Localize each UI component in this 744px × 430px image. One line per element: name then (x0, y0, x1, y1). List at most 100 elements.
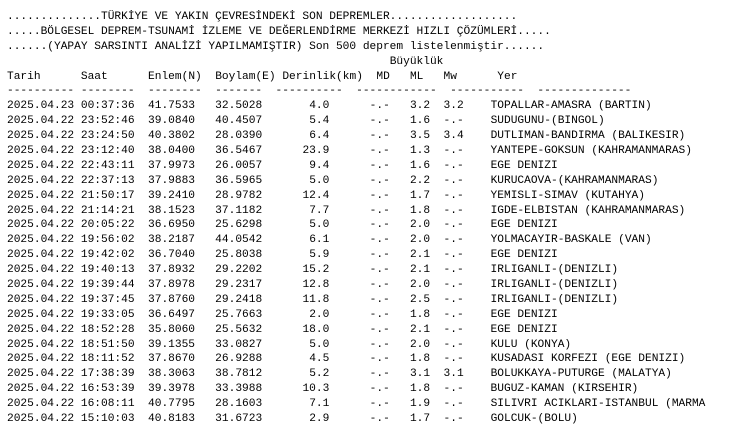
row-md: -.- (369, 398, 390, 411)
row-latitude: 36.7040 (148, 249, 196, 262)
row-location: GOLCUK-(BOLU) (490, 413, 578, 426)
row-time: 18:11:52 (80, 353, 135, 366)
row-location: KURUCAOVA-(KAHRAMANMARAS) (490, 174, 659, 187)
row-longitude: 29.2418 (215, 293, 263, 306)
row-mw: -.- (443, 115, 464, 128)
row-time: 00:37:36 (80, 100, 135, 113)
row-latitude: 37.9883 (148, 174, 196, 187)
row-location: SUDUGUNU-(BINGOL) (490, 115, 605, 128)
earthquake-row: 2025.04.23 00:37:36 41.7533 32.5028 4.0 … (7, 99, 705, 114)
row-location: KULU (KONYA) (490, 338, 572, 351)
earthquake-row: 2025.04.22 23:24:50 40.3802 28.0390 6.4 … (7, 129, 705, 144)
header-agency-line: .....BÖLGESEL DEPREM-TSUNAMİ İZLEME VE D… (7, 25, 551, 38)
row-mw: -.- (443, 323, 464, 336)
row-depth: 4.5 (309, 353, 330, 366)
row-longitude: 28.9782 (215, 189, 263, 202)
row-depth: 11.8 (302, 293, 330, 306)
row-latitude: 36.6497 (148, 308, 196, 321)
row-latitude: 40.3802 (148, 130, 196, 143)
row-longitude: 25.8038 (215, 249, 263, 262)
row-mw: -.- (443, 338, 464, 351)
row-mw: -.- (443, 189, 464, 202)
row-date: 2025.04.22 (7, 159, 75, 172)
row-depth: 23.9 (302, 145, 330, 158)
row-longitude: 25.7663 (215, 308, 263, 321)
row-longitude: 32.5028 (215, 100, 263, 113)
row-time: 16:08:11 (80, 398, 135, 411)
row-date: 2025.04.22 (7, 338, 75, 351)
row-ml: 1.3 (409, 145, 431, 158)
row-latitude: 39.2410 (148, 189, 196, 202)
earthquake-row: 2025.04.22 18:51:50 39.1355 33.0827 5.0 … (7, 338, 705, 353)
row-time: 15:10:03 (80, 413, 135, 426)
row-mw: -.- (443, 249, 464, 262)
earthquake-row: 2025.04.22 18:11:52 37.8670 26.9288 4.5 … (7, 352, 705, 367)
row-md: -.- (369, 293, 390, 306)
row-depth: 5.0 (309, 174, 330, 187)
column-header-row: Tarih Saat Enlem(N) Boylam(E) Derinlik(k… (7, 70, 705, 85)
row-depth: 2.9 (309, 413, 330, 426)
row-latitude: 39.1355 (148, 338, 196, 351)
row-ml: 1.9 (409, 398, 431, 411)
earthquake-list: ..............TÜRKİYE VE YAKIN ÇEVRESİND… (7, 10, 705, 427)
row-depth: 7.1 (309, 398, 330, 411)
row-longitude: 36.5965 (215, 174, 263, 187)
row-date: 2025.04.22 (7, 308, 75, 321)
row-ml: 3.5 (409, 130, 431, 143)
row-time: 21:50:17 (80, 189, 135, 202)
row-location: BUGUZ-KAMAN (KIRSEHIR) (490, 383, 639, 396)
row-location: TOPALLAR-AMASRA (BARTIN) (490, 100, 652, 113)
earthquake-row: 2025.04.22 19:37:45 37.8760 29.2418 11.8… (7, 293, 705, 308)
row-latitude: 37.9973 (148, 159, 196, 172)
row-depth: 15.2 (302, 264, 330, 277)
row-time: 23:52:46 (80, 115, 135, 128)
col-date: Tarih (7, 70, 41, 83)
row-ml: 2.1 (409, 264, 431, 277)
row-mw: -.- (443, 219, 464, 232)
row-mw: -.- (443, 308, 464, 321)
row-mw: -.- (443, 204, 464, 217)
row-md: -.- (369, 145, 390, 158)
row-date: 2025.04.22 (7, 279, 75, 292)
earthquake-row: 2025.04.22 22:43:11 37.9973 26.0057 9.4 … (7, 159, 705, 174)
row-ml: 1.8 (409, 383, 431, 396)
row-time: 22:37:13 (80, 174, 135, 187)
row-mw: -.- (443, 279, 464, 292)
row-depth: 9.4 (309, 159, 330, 172)
row-depth: 5.0 (309, 338, 330, 351)
row-depth: 5.4 (309, 115, 330, 128)
row-md: -.- (369, 308, 390, 321)
magnitude-group-header: Büyüklük (7, 55, 705, 70)
row-date: 2025.04.22 (7, 145, 75, 158)
row-latitude: 40.8183 (148, 413, 196, 426)
row-date: 2025.04.22 (7, 115, 75, 128)
row-ml: 1.8 (409, 308, 431, 321)
row-time: 22:43:11 (80, 159, 135, 172)
row-ml: 3.2 (409, 100, 431, 113)
earthquake-row: 2025.04.22 23:52:46 39.0840 40.4507 5.4 … (7, 114, 705, 129)
row-depth: 6.4 (309, 130, 330, 143)
row-location: SILIVRI ACIKLARI-ISTANBUL (MARMA (490, 398, 706, 411)
row-latitude: 37.8670 (148, 353, 196, 366)
row-md: -.- (369, 323, 390, 336)
row-ml: 1.8 (409, 204, 431, 217)
row-ml: 2.5 (409, 293, 431, 306)
earthquake-row: 2025.04.22 16:53:39 39.3978 33.3988 10.3… (7, 382, 705, 397)
row-md: -.- (369, 159, 390, 172)
row-location: YEMISLI-SIMAV (KUTAHYA) (490, 189, 645, 202)
row-location: IRLIGANLI-(DENIZLI) (490, 264, 619, 277)
row-latitude: 38.3063 (148, 368, 196, 381)
row-date: 2025.04.22 (7, 219, 75, 232)
row-time: 16:53:39 (80, 383, 135, 396)
col-location: Yer (497, 70, 518, 83)
row-date: 2025.04.22 (7, 398, 75, 411)
row-mw: -.- (443, 398, 464, 411)
row-latitude: 38.2187 (148, 234, 196, 247)
row-md: -.- (369, 204, 390, 217)
row-latitude: 41.7533 (148, 100, 196, 113)
row-time: 19:56:02 (80, 234, 135, 247)
row-time: 18:51:50 (80, 338, 135, 351)
row-date: 2025.04.22 (7, 323, 75, 336)
earthquake-row: 2025.04.22 19:39:44 37.8978 29.2317 12.8… (7, 278, 705, 293)
row-date: 2025.04.22 (7, 368, 75, 381)
